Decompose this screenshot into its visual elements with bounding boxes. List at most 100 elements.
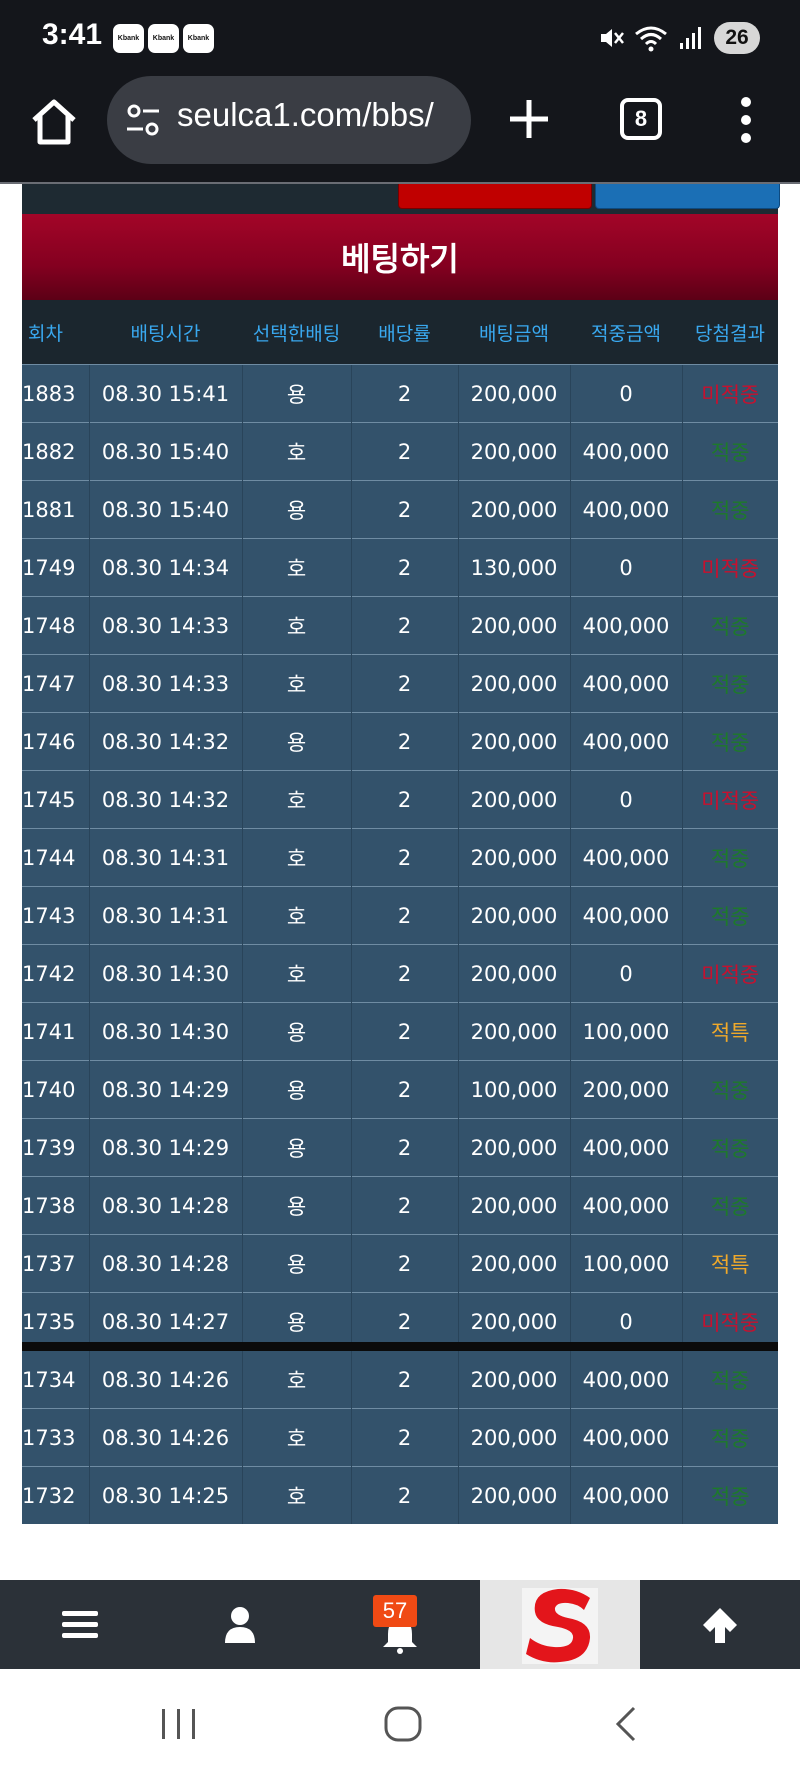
cell-round: 1882: [22, 422, 89, 481]
url-text[interactable]: seulca1.com/bbs/: [177, 96, 434, 134]
cell-result: 미적중: [681, 944, 778, 1003]
kbank-notification-icon: Kbank: [183, 24, 214, 53]
cell-win-amount: 0: [569, 944, 682, 1003]
cell-result: 적중: [681, 480, 778, 539]
page-content: 베팅하기 회차 배팅시간 선택한배팅 배당률 배팅금액 적중금액 당첨결과 18…: [0, 184, 800, 1580]
user-button[interactable]: [160, 1580, 320, 1669]
more-options-icon[interactable]: [736, 94, 756, 146]
partial-red-button[interactable]: [398, 184, 592, 209]
site-logo-button[interactable]: [480, 1580, 640, 1669]
cell-odds: 2: [350, 712, 458, 771]
cell-odds: 2: [350, 1176, 458, 1235]
cell-round: 1749: [22, 538, 89, 597]
cell-selected-bet: 호: [241, 422, 351, 481]
cell-odds: 2: [350, 1350, 458, 1409]
header-selected-bet: 선택한배팅: [242, 300, 351, 365]
cell-bet-time: 08.30 14:32: [88, 770, 242, 829]
cell-bet-time: 08.30 14:25: [88, 1466, 242, 1524]
cell-bet-amount: 200,000: [457, 422, 570, 481]
cell-result: 적중: [681, 828, 778, 887]
cell-selected-bet: 용: [241, 480, 351, 539]
cell-selected-bet: 호: [241, 1466, 351, 1524]
kbank-notification-icon: Kbank: [148, 24, 179, 53]
cell-selected-bet: 용: [241, 1002, 351, 1061]
status-icons: 26: [598, 20, 760, 56]
table-row: 1745 08.30 14:32 호 2 200,000 0 미적중: [22, 770, 778, 829]
tab-switcher-button[interactable]: 8: [620, 98, 662, 140]
cell-round: 1743: [22, 886, 89, 945]
cell-win-amount: 400,000: [569, 1466, 682, 1524]
cell-round: 1734: [22, 1350, 89, 1409]
table-row: 1739 08.30 14:29 용 2 200,000 400,000 적중: [22, 1118, 778, 1177]
cell-selected-bet: 호: [241, 654, 351, 713]
cell-win-amount: 400,000: [569, 886, 682, 945]
cell-bet-amount: 200,000: [457, 1234, 570, 1293]
back-icon[interactable]: [612, 1705, 640, 1743]
site-settings-icon[interactable]: [125, 102, 161, 138]
cell-result: 미적중: [681, 364, 778, 423]
cell-round: 1748: [22, 596, 89, 655]
cell-result: 적중: [681, 1176, 778, 1235]
cell-selected-bet: 호: [241, 944, 351, 1003]
cell-odds: 2: [350, 770, 458, 829]
cell-bet-time: 08.30 15:40: [88, 422, 242, 481]
cell-win-amount: 400,000: [569, 422, 682, 481]
cell-odds: 2: [350, 480, 458, 539]
cell-selected-bet: 호: [241, 1350, 351, 1409]
cell-bet-time: 08.30 14:28: [88, 1176, 242, 1235]
cell-round: 1883: [22, 364, 89, 423]
recents-icon[interactable]: [160, 1707, 198, 1741]
table-row: 1748 08.30 14:33 호 2 200,000 400,000 적중: [22, 596, 778, 655]
table-row: 1743 08.30 14:31 호 2 200,000 400,000 적중: [22, 886, 778, 945]
cell-round: 1738: [22, 1176, 89, 1235]
menu-button[interactable]: [0, 1580, 160, 1669]
cell-result: 적중: [681, 596, 778, 655]
cell-bet-amount: 200,000: [457, 944, 570, 1003]
address-bar[interactable]: seulca1.com/bbs/: [107, 76, 471, 164]
cell-bet-time: 08.30 14:30: [88, 944, 242, 1003]
arrow-up-icon: [703, 1607, 737, 1643]
cell-result: 적중: [681, 1408, 778, 1467]
cell-bet-time: 08.30 14:33: [88, 596, 242, 655]
cell-odds: 2: [350, 654, 458, 713]
cell-odds: 2: [350, 422, 458, 481]
cell-result: 적중: [681, 886, 778, 945]
cell-bet-amount: 200,000: [457, 364, 570, 423]
cell-win-amount: 200,000: [569, 1060, 682, 1119]
cell-bet-amount: 200,000: [457, 886, 570, 945]
table-row: 1741 08.30 14:30 용 2 200,000 100,000 적특: [22, 1002, 778, 1061]
cell-result: 미적중: [681, 538, 778, 597]
table-row: 1881 08.30 15:40 용 2 200,000 400,000 적중: [22, 480, 778, 539]
cell-odds: 2: [350, 1118, 458, 1177]
home-icon[interactable]: [28, 96, 80, 148]
cell-odds: 2: [350, 1234, 458, 1293]
header-result: 당첨결과: [682, 300, 778, 365]
cell-win-amount: 0: [569, 538, 682, 597]
cell-bet-amount: 200,000: [457, 1466, 570, 1524]
cell-odds: 2: [350, 1466, 458, 1524]
cell-win-amount: 400,000: [569, 828, 682, 887]
table-row: 1732 08.30 14:25 호 2 200,000 400,000 적중: [22, 1466, 778, 1524]
home-nav-icon[interactable]: [383, 1705, 423, 1743]
partial-blue-button[interactable]: [595, 184, 780, 209]
header-round: 회차: [22, 300, 89, 365]
cell-bet-time: 08.30 14:29: [88, 1118, 242, 1177]
table-row: 1746 08.30 14:32 용 2 200,000 400,000 적중: [22, 712, 778, 771]
cell-result: 적중: [681, 712, 778, 771]
scroll-top-button[interactable]: [640, 1580, 800, 1669]
cell-bet-time: 08.30 14:34: [88, 538, 242, 597]
new-tab-icon[interactable]: [504, 94, 554, 144]
site-logo: [522, 1588, 598, 1664]
cell-bet-time: 08.30 14:30: [88, 1002, 242, 1061]
cell-round: 1739: [22, 1118, 89, 1177]
cell-result: 적중: [681, 1350, 778, 1409]
bottom-nav: 57: [0, 1580, 800, 1669]
wifi-icon: [635, 26, 667, 52]
table-row: 1747 08.30 14:33 호 2 200,000 400,000 적중: [22, 654, 778, 713]
cell-selected-bet: 용: [241, 1060, 351, 1119]
cell-selected-bet: 호: [241, 828, 351, 887]
header-bet-time: 배팅시간: [89, 300, 242, 365]
cell-round: 1742: [22, 944, 89, 1003]
cell-bet-time: 08.30 14:26: [88, 1350, 242, 1409]
cell-odds: 2: [350, 1002, 458, 1061]
